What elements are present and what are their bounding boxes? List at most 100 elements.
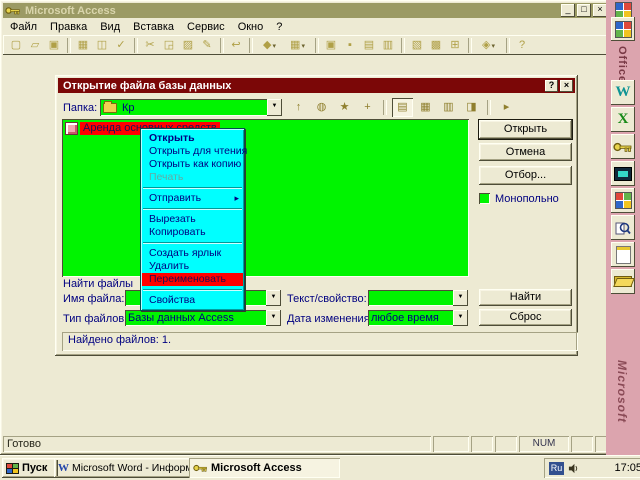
save-icon[interactable]: ▣ — [45, 37, 63, 54]
context-menu-item-open-as-copy[interactable]: Открыть как копию — [142, 158, 243, 171]
look-in-favorites-icon[interactable]: ★ — [334, 98, 355, 117]
copy-icon[interactable]: ◲ — [160, 37, 178, 54]
restore-button[interactable]: □ — [577, 4, 591, 17]
print-icon[interactable]: ▦ — [74, 37, 92, 54]
menu-separator — [143, 187, 242, 189]
context-menu-item-properties[interactable]: Свойства — [142, 294, 243, 307]
properties-icon[interactable]: ▩ — [427, 37, 445, 54]
task-access[interactable]: Microsoft Access — [189, 458, 340, 478]
spelling-icon[interactable]: ✓ — [112, 37, 130, 54]
toolbar-separator — [468, 38, 472, 53]
filter-button[interactable]: Отбор... — [479, 166, 572, 185]
office-button[interactable] — [611, 17, 635, 41]
search-web-icon[interactable]: ◍ — [311, 98, 332, 117]
file-type-label: Тип файлов: — [63, 313, 127, 325]
file-type-combo[interactable]: Базы данных Access ▼ — [125, 310, 281, 326]
add-to-favorites-icon[interactable]: + — [357, 98, 378, 117]
context-menu-item-cut[interactable]: Вырезать — [142, 213, 243, 226]
chevron-down-icon: ▾ — [272, 43, 276, 50]
excel-shortcut[interactable]: X — [611, 107, 635, 132]
menu-insert[interactable]: Вставка — [133, 21, 174, 33]
open-database-icon[interactable]: ▱ — [26, 37, 44, 54]
menu-help[interactable]: ? — [276, 21, 282, 33]
chevron-down-icon[interactable]: ▼ — [266, 290, 281, 306]
notes-shortcut[interactable] — [611, 242, 635, 267]
dialog-help-button[interactable]: ? — [545, 80, 558, 92]
speaker-icon[interactable] — [568, 463, 579, 474]
list-icon[interactable]: ▤ — [360, 37, 378, 54]
preview-view-icon[interactable]: ◨ — [461, 98, 482, 117]
status-cell — [495, 436, 517, 452]
chevron-down-icon[interactable]: ▼ — [453, 310, 468, 326]
exclusive-checkbox[interactable] — [479, 193, 490, 204]
text-property-combo[interactable]: ▼ — [368, 290, 468, 306]
context-menu-item-rename[interactable]: Переименовать — [142, 273, 243, 286]
access-shortcut[interactable] — [611, 134, 635, 159]
notepad-icon — [616, 246, 631, 264]
open-document-shortcut[interactable] — [611, 269, 635, 294]
cancel-button[interactable]: Отмена — [479, 143, 572, 161]
relationships-icon[interactable]: ⊞ — [446, 37, 464, 54]
powerpoint-shortcut[interactable] — [611, 161, 635, 186]
language-indicator[interactable]: Ru — [549, 462, 564, 475]
large-icons-icon[interactable]: ▣ — [322, 37, 340, 54]
context-menu-item-copy[interactable]: Копировать — [142, 226, 243, 239]
menu-view[interactable]: Вид — [100, 21, 120, 33]
chevron-down-icon[interactable]: ▼ — [267, 99, 282, 116]
window-title-bar: Microsoft Access _ □ × — [3, 3, 609, 18]
format-painter-icon[interactable]: ✎ — [198, 37, 216, 54]
details-view-icon[interactable]: ▦ — [415, 98, 436, 117]
print-preview-icon[interactable]: ◫ — [93, 37, 111, 54]
word-icon: W — [616, 84, 631, 101]
analyze-icon[interactable]: ▦▾ — [284, 37, 311, 54]
paste-icon[interactable]: ▨ — [179, 37, 197, 54]
file-list[interactable]: Аренда основных средств — [62, 119, 469, 277]
clock[interactable]: 17:05 — [614, 462, 640, 474]
context-menu-item-send-to[interactable]: Отправить ▸ — [142, 192, 243, 205]
ms-apps-shortcut[interactable] — [611, 188, 635, 213]
toolbar-separator — [67, 38, 71, 53]
minimize-button[interactable]: _ — [561, 4, 575, 17]
search-icon — [615, 220, 631, 236]
office-links-icon[interactable]: ◆▾ — [256, 37, 283, 54]
dialog-close-button[interactable]: × — [560, 80, 573, 92]
menu-file[interactable]: Файл — [10, 21, 37, 33]
context-menu-item-delete[interactable]: Удалить — [142, 260, 243, 273]
open-button[interactable]: Открыть — [479, 120, 572, 139]
up-one-level-icon[interactable]: ↑ — [288, 98, 309, 117]
taskbar: Пуск W Microsoft Word - Информ... Micros… — [0, 455, 640, 480]
details-icon[interactable]: ▥ — [379, 37, 397, 54]
folder-combo[interactable]: Кр ▼ — [100, 99, 282, 116]
new-database-icon[interactable]: ▢ — [7, 37, 25, 54]
find-button[interactable]: Найти — [479, 289, 572, 306]
microsoft-wordmark: Microsoft — [615, 360, 629, 423]
context-menu-item-create-shortcut[interactable]: Создать ярлык — [142, 247, 243, 260]
toolbar-separator — [487, 100, 491, 115]
context-menu-item-open[interactable]: Открыть — [142, 132, 243, 145]
date-modified-combo[interactable]: любое время ▼ — [368, 310, 468, 326]
chevron-down-icon[interactable]: ▼ — [266, 310, 281, 326]
code-icon[interactable]: ▧ — [408, 37, 426, 54]
system-tray: Ru 17:05 — [544, 458, 640, 478]
menu-edit[interactable]: Правка — [50, 21, 87, 33]
file-name-label: Имя файла: — [63, 293, 124, 305]
list-view-icon[interactable]: ▤ — [392, 98, 413, 117]
small-icons-icon[interactable]: ▪ — [341, 37, 359, 54]
undo-icon[interactable]: ↩ — [227, 37, 245, 54]
find-fast-shortcut[interactable] — [611, 215, 635, 240]
cut-icon[interactable]: ✂ — [141, 37, 159, 54]
help-icon[interactable]: ? — [513, 37, 531, 54]
new-object-icon[interactable]: ◈▾ — [475, 37, 502, 54]
chevron-down-icon[interactable]: ▼ — [453, 290, 468, 306]
word-shortcut[interactable]: W — [611, 80, 635, 105]
menu-service[interactable]: Сервис — [187, 21, 225, 33]
reset-button[interactable]: Сброс — [479, 309, 572, 326]
task-word[interactable]: W Microsoft Word - Информ... — [54, 458, 194, 478]
context-menu-item-open-read-only[interactable]: Открыть для чтения — [142, 145, 243, 158]
office-shortcut-bar: Office W X Micr — [606, 0, 640, 455]
start-button[interactable]: Пуск — [2, 458, 58, 478]
close-button[interactable]: × — [593, 4, 607, 17]
commands-and-settings-icon[interactable]: ▸ — [496, 98, 517, 117]
menu-window[interactable]: Окно — [238, 21, 264, 33]
properties-view-icon[interactable]: ▥ — [438, 98, 459, 117]
